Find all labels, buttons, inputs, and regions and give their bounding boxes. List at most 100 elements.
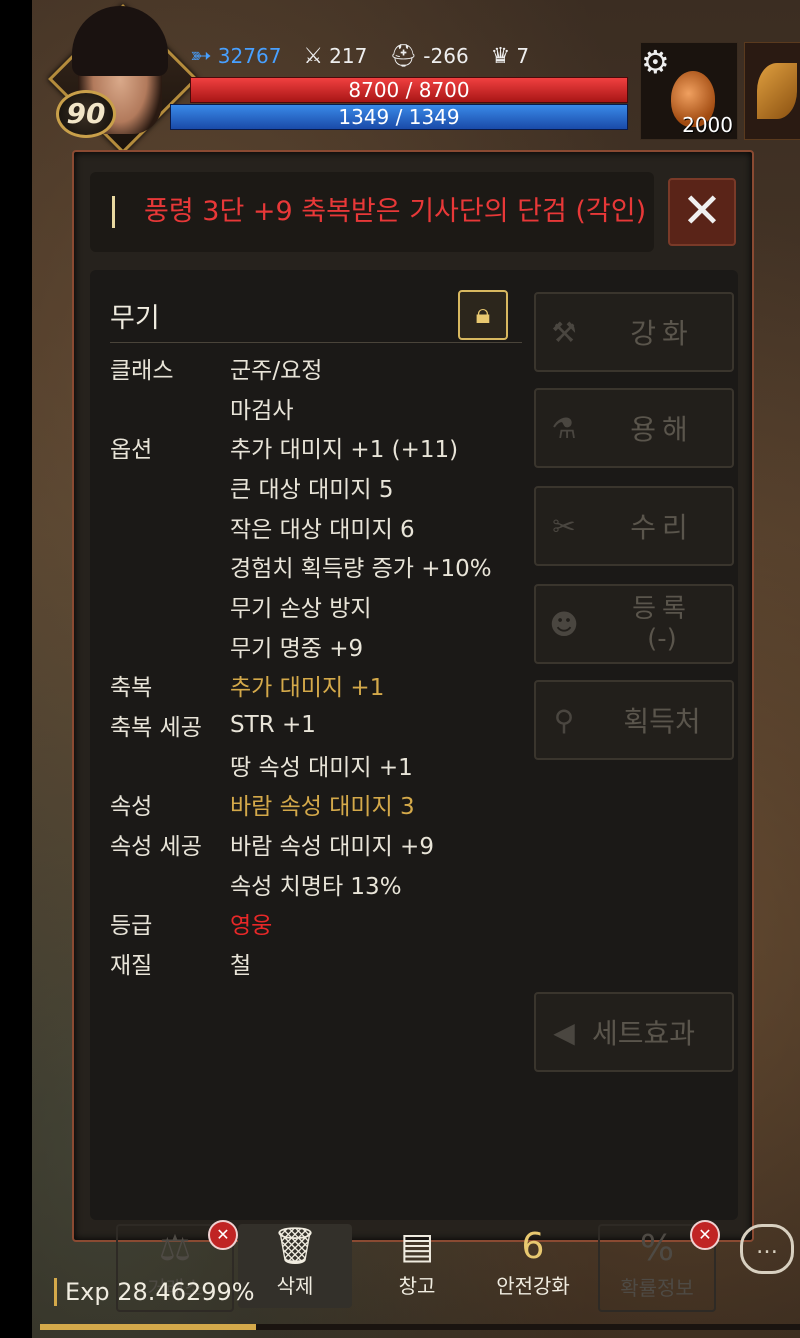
storage-button[interactable]: ▤ 창고 bbox=[360, 1224, 474, 1308]
list-item: 등급 영웅 bbox=[110, 904, 540, 944]
chest-icon: ▤ bbox=[399, 1226, 434, 1267]
stat-row: ➳ 32767 ⚔ 217 ⛑ -266 ♛ 7 bbox=[190, 40, 551, 72]
attribute-value: 추가 대미지 +1 bbox=[230, 675, 385, 702]
attribute-value: 철 bbox=[230, 953, 252, 980]
item-title: 풍령 3단 +9 축복받은 기사단의 단검 (각인) bbox=[144, 196, 647, 227]
exp-value: 28.46299% bbox=[117, 1278, 255, 1306]
list-item: 큰 대상 대미지 5 bbox=[110, 467, 540, 507]
exp-label: Exp bbox=[54, 1278, 110, 1306]
potion-quickslot[interactable]: ⚙ 2000 bbox=[640, 42, 738, 140]
anvil-icon: ⚒ bbox=[551, 315, 577, 349]
lock-icon[interactable]: 🔒︎ bbox=[458, 290, 508, 340]
safe-enhance-button[interactable]: 6 안전강화 bbox=[476, 1224, 590, 1308]
disabled-x-icon: ✕ bbox=[690, 1220, 720, 1250]
attribute-value: 군주/요정 bbox=[230, 357, 323, 384]
tools-icon: ✂ bbox=[552, 509, 576, 543]
stat-trophy-value: 7 bbox=[516, 44, 530, 68]
chat-icon[interactable]: … bbox=[740, 1224, 794, 1274]
exp-progress-bar bbox=[40, 1324, 800, 1330]
attribute-label: 등급 bbox=[110, 913, 153, 940]
item-info-panel: 풍령 3단 +9 축복받은 기사단의 단검 (각인) ✕ 무기 🔒︎ 클래스 군주… bbox=[72, 150, 754, 1312]
probability-button[interactable]: % 확률정보 ✕ bbox=[598, 1220, 720, 1312]
register-label-group: 등록 (-) bbox=[592, 594, 732, 654]
enhance-button[interactable]: ⚒ 강화 bbox=[534, 292, 734, 372]
register-sub-label: (-) bbox=[647, 624, 677, 654]
set-effect-label: 세트효과 bbox=[592, 1017, 696, 1050]
register-button[interactable]: ☻ 등록 (-) bbox=[534, 584, 734, 664]
attribute-label: 속성 세공 bbox=[110, 834, 202, 861]
attribute-label: 속성 bbox=[110, 794, 153, 821]
list-item: 마검사 bbox=[110, 388, 540, 428]
attribute-label: 옵션 bbox=[110, 437, 153, 464]
attribute-value: 땅 속성 대미지 +1 bbox=[230, 754, 413, 781]
item-category: 무기 bbox=[110, 303, 160, 334]
probability-label: 확률정보 bbox=[620, 1276, 694, 1300]
delete-label: 삭제 bbox=[276, 1274, 314, 1298]
dissolve-button[interactable]: ⚗ 용해 bbox=[534, 388, 734, 468]
set-effect-button[interactable]: ◀ 세트효과 bbox=[534, 992, 734, 1072]
repair-label: 수리 bbox=[630, 511, 694, 544]
attribute-value: 추가 대미지 +1 (+11) bbox=[230, 437, 459, 464]
list-item: 경험치 획득량 증가 +10% bbox=[110, 546, 540, 586]
attribute-label: 클래스 bbox=[110, 357, 174, 384]
gear-icon[interactable]: ⚙ bbox=[641, 43, 670, 81]
delete-button[interactable]: 🗑︎ 삭제 bbox=[238, 1224, 352, 1308]
sword-icon: ⚔ bbox=[303, 43, 324, 69]
attribute-label: 재질 bbox=[110, 953, 153, 980]
safe-enhance-label: 안전강화 bbox=[496, 1274, 570, 1298]
stat-defense-value: -266 bbox=[423, 44, 469, 68]
attribute-value: 작은 대상 대미지 6 bbox=[230, 516, 415, 543]
stat-attack: ⚔ 217 bbox=[303, 44, 367, 69]
list-item: 땅 속성 대미지 +1 bbox=[110, 745, 540, 785]
disabled-x-icon: ✕ bbox=[208, 1220, 238, 1250]
list-item: 작은 대상 대미지 6 bbox=[110, 507, 540, 547]
level-badge: 90 bbox=[56, 90, 116, 138]
acquire-button[interactable]: ⚲ 획득처 bbox=[534, 680, 734, 760]
close-icon: ✕ bbox=[681, 183, 723, 239]
flask-icon: ⚗ bbox=[551, 411, 577, 445]
list-item: 옵션 추가 대미지 +1 (+11) bbox=[110, 427, 540, 467]
item-title-bar: 풍령 3단 +9 축복받은 기사단의 단검 (각인) bbox=[90, 172, 654, 252]
attribute-value: 큰 대상 대미지 5 bbox=[230, 476, 394, 503]
item-attribute-list: 클래스 군주/요정마검사옵션 추가 대미지 +1 (+11) 큰 대상 대미지 5 작은… bbox=[110, 348, 540, 983]
enhance-label: 강화 bbox=[630, 317, 694, 350]
attribute-value: 무기 손상 방지 bbox=[230, 595, 372, 622]
triangle-left-icon: ◀ bbox=[553, 1015, 575, 1049]
stat-power-value: 32767 bbox=[217, 44, 282, 68]
exp-progress-fill bbox=[40, 1324, 257, 1330]
close-button[interactable]: ✕ bbox=[668, 178, 736, 246]
safe-enhance-number: 6 bbox=[521, 1226, 545, 1267]
storage-label: 창고 bbox=[398, 1274, 436, 1298]
stat-trophy: ♛ 7 bbox=[491, 44, 529, 69]
trophy-icon: ♛ bbox=[490, 43, 511, 69]
title-marker bbox=[112, 196, 115, 228]
attribute-value: 바람 속성 대미지 3 bbox=[230, 794, 415, 821]
list-item: 속성 세공 바람 속성 대미지 +9 bbox=[110, 824, 540, 864]
attribute-value: 바람 속성 대미지 +9 bbox=[230, 834, 434, 861]
list-item: 무기 손상 방지 bbox=[110, 586, 540, 626]
map-pin-icon: ⚲ bbox=[553, 703, 575, 737]
safe-enhance-icon: 6 bbox=[476, 1224, 590, 1270]
wing-icon: ➳ bbox=[190, 41, 212, 71]
mp-bar: 1349 / 1349 bbox=[170, 104, 628, 130]
leaf-quickslot[interactable] bbox=[744, 42, 800, 140]
attribute-value: 마검사 bbox=[230, 397, 294, 424]
trash-icon: 🗑︎ bbox=[272, 1226, 318, 1267]
category-divider bbox=[110, 342, 522, 343]
list-item: 속성 바람 속성 대미지 3 bbox=[110, 785, 540, 825]
attribute-value: 무기 명중 +9 bbox=[230, 635, 364, 662]
leaf-icon bbox=[757, 63, 797, 119]
attribute-value: 속성 치명타 13% bbox=[230, 873, 402, 900]
helmet-icon: ⛑ bbox=[389, 43, 418, 69]
list-item: 클래스 군주/요정 bbox=[110, 348, 540, 388]
exp-readout: Exp 28.46299% bbox=[54, 1278, 255, 1306]
list-item: 재질 철 bbox=[110, 943, 540, 983]
attribute-value: 경험치 획득량 증가 +10% bbox=[230, 556, 492, 583]
letterbox-strip bbox=[0, 0, 32, 1338]
item-detail-content: 무기 🔒︎ 클래스 군주/요정마검사옵션 추가 대미지 +1 (+11) 큰 대상 대… bbox=[90, 270, 738, 1312]
potion-count: 2000 bbox=[682, 113, 733, 137]
list-item: 축복 추가 대미지 +1 bbox=[110, 666, 540, 706]
list-item: 속성 치명타 13% bbox=[110, 864, 540, 904]
dissolve-label: 용해 bbox=[630, 413, 694, 446]
repair-button[interactable]: ✂ 수리 bbox=[534, 486, 734, 566]
